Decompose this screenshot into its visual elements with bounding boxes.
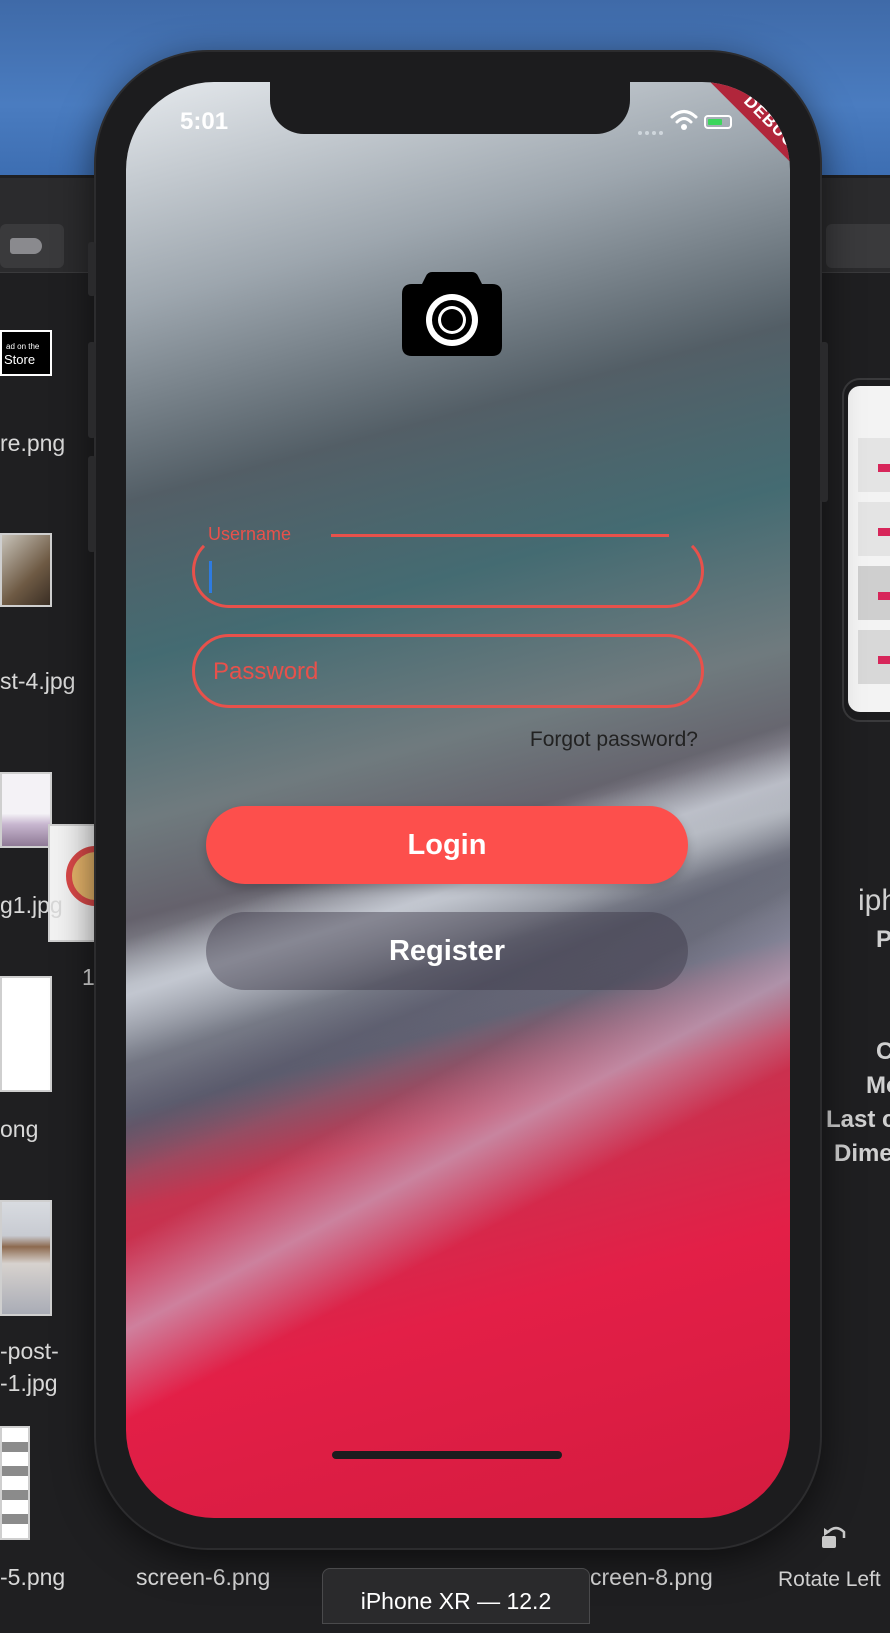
preview-screen (848, 386, 890, 712)
file-thumbnail-mountains[interactable] (0, 772, 52, 848)
preview-card (858, 438, 890, 492)
battery-icon (704, 115, 732, 129)
password-input[interactable] (211, 637, 685, 707)
info-fragment: P (876, 926, 890, 953)
info-fragment: Mo (866, 1072, 890, 1099)
device-notch (270, 82, 630, 134)
side-button (88, 242, 96, 296)
app-screen: 5:01 DEBUG Username Forgot password? Log… (126, 82, 790, 1518)
status-time: 5:01 (180, 108, 229, 135)
tag-button[interactable] (0, 224, 64, 268)
toolbar-control[interactable] (826, 224, 890, 268)
file-name[interactable]: g1.jpg (0, 892, 63, 919)
file-thumbnail-photo[interactable] (0, 533, 52, 607)
rotate-left-label[interactable]: Rotate Left (778, 1568, 881, 1592)
file-name[interactable]: creen-8.png (590, 1564, 713, 1591)
password-field[interactable] (192, 634, 704, 708)
preview-device (842, 378, 890, 722)
wifi-icon (670, 110, 698, 130)
tag-icon (10, 238, 42, 254)
info-fragment: Last c (826, 1106, 890, 1133)
file-thumbnail-appstore[interactable]: ad on the Store (0, 330, 52, 376)
login-button[interactable]: Login (206, 806, 688, 884)
preview-card (858, 630, 890, 684)
debug-banner: DEBUG (703, 82, 790, 189)
signal-icon (638, 122, 670, 135)
file-name[interactable]: re.png (0, 430, 65, 457)
iphone-simulator: 5:01 DEBUG Username Forgot password? Log… (88, 52, 828, 1548)
file-name[interactable]: -5.png (0, 1564, 65, 1591)
appstore-badge-line1: ad on the (6, 342, 40, 351)
rotate-left-icon[interactable] (820, 1522, 850, 1552)
file-thumbnail-blank[interactable] (0, 976, 52, 1092)
volume-down-button (88, 456, 96, 552)
info-fragment: iph (858, 884, 890, 917)
preview-card (858, 502, 890, 556)
forgot-password-link[interactable]: Forgot password? (486, 728, 698, 752)
preview-card (858, 566, 890, 620)
file-name[interactable]: -post- (0, 1338, 59, 1365)
file-name[interactable]: screen-6.png (136, 1564, 270, 1591)
camera-icon (402, 272, 502, 356)
file-name[interactable]: -1.jpg (0, 1370, 58, 1397)
file-thumbnail-faces[interactable] (0, 1426, 30, 1540)
power-button (820, 342, 828, 502)
appstore-badge-line2: Store (4, 352, 36, 367)
circle-icon (66, 846, 94, 906)
file-name[interactable]: st-4.jpg (0, 668, 75, 695)
info-fragment: Dime (834, 1140, 890, 1167)
username-input[interactable] (211, 537, 685, 607)
file-thumbnail-circle[interactable] (48, 824, 96, 942)
info-fragment: C (876, 1038, 890, 1065)
file-thumbnail-portrait[interactable] (0, 1200, 52, 1316)
home-indicator[interactable] (332, 1451, 562, 1459)
volume-up-button (88, 342, 96, 438)
username-field[interactable] (192, 534, 704, 608)
file-name[interactable]: ong (0, 1116, 38, 1143)
register-button[interactable]: Register (206, 912, 688, 990)
